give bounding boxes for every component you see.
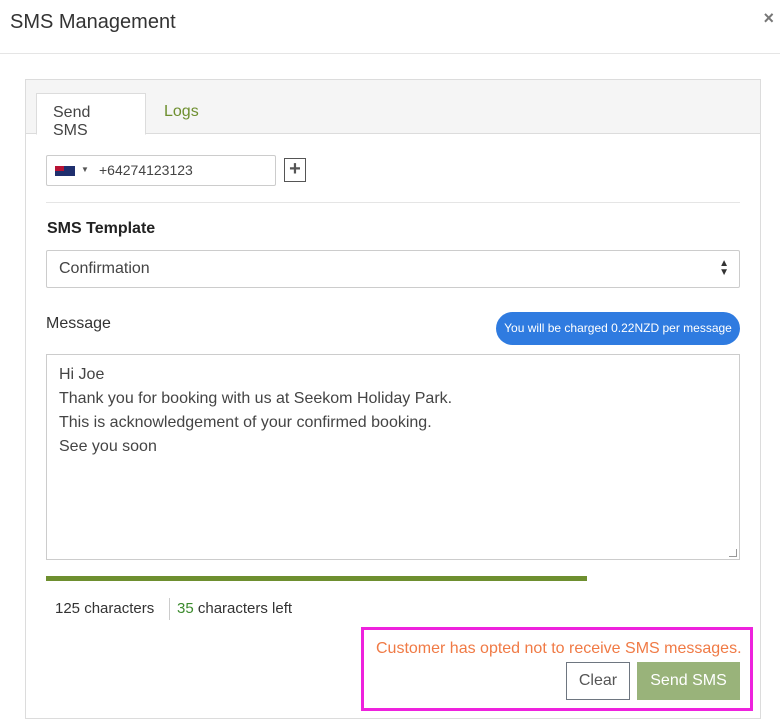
tab-bar: Send SMS Logs <box>26 80 760 139</box>
modal-header: SMS Management × <box>0 0 780 54</box>
counter-separator <box>169 598 170 620</box>
divider <box>46 202 740 203</box>
message-line: This is acknowledgement of your confirme… <box>59 414 432 431</box>
clear-button[interactable]: Clear <box>566 662 630 700</box>
opt-out-warning-box: Customer has opted not to receive SMS me… <box>361 627 753 711</box>
character-progress-bar <box>46 576 587 581</box>
add-recipient-button[interactable]: + <box>284 158 306 182</box>
sms-template-select[interactable]: Confirmation ▲ ▼ <box>46 250 740 288</box>
message-label: Message <box>46 315 111 332</box>
message-line: See you soon <box>59 438 157 455</box>
characters-left-count: 35 <box>177 600 194 617</box>
characters-left-label: characters left <box>193 600 293 617</box>
select-sort-icon: ▲ ▼ <box>719 258 729 278</box>
characters-left: 35 characters left <box>177 600 292 617</box>
phone-number-input[interactable] <box>99 162 269 178</box>
resize-handle-icon[interactable] <box>729 549 737 557</box>
sms-template-selected-value: Confirmation <box>59 260 150 277</box>
phone-field[interactable]: ▼ <box>46 155 276 186</box>
modal-title: SMS Management <box>10 11 176 33</box>
close-icon[interactable]: × <box>763 8 774 29</box>
charge-notice-badge: You will be charged 0.22NZD per message <box>496 312 740 345</box>
country-dropdown-caret-icon[interactable]: ▼ <box>81 165 89 174</box>
characters-used: 125 characters <box>55 600 155 617</box>
nz-flag-icon[interactable] <box>55 166 75 176</box>
tab-logs[interactable]: Logs <box>148 93 215 135</box>
opt-out-warning-text: Customer has opted not to receive SMS me… <box>376 640 742 657</box>
message-textarea[interactable]: Hi Joe Thank you for booking with us at … <box>46 354 740 560</box>
sms-panel: Send SMS Logs ▼ + SMS Template Confirmat… <box>25 79 761 719</box>
tab-send-sms[interactable]: Send SMS <box>36 93 146 139</box>
message-line: Hi Joe <box>59 366 105 383</box>
sms-template-label: SMS Template <box>47 220 156 237</box>
message-line: Thank you for booking with us at Seekom … <box>59 390 453 407</box>
send-sms-button[interactable]: Send SMS <box>637 662 740 700</box>
